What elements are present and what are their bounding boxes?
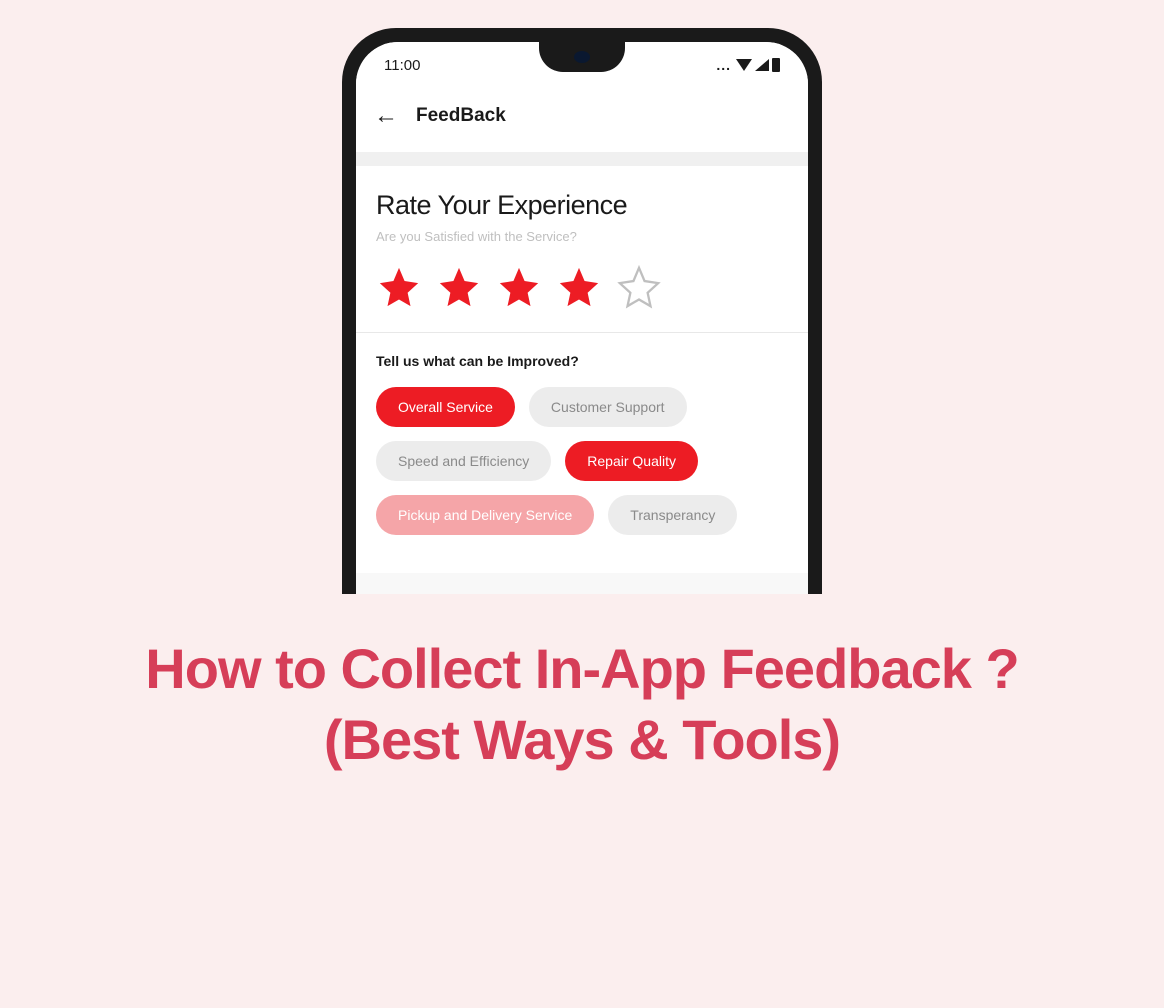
battery-icon xyxy=(772,58,780,72)
back-arrow-icon[interactable]: ← xyxy=(374,102,398,130)
pill-pickup-delivery[interactable]: Pickup and Delivery Service xyxy=(376,495,594,535)
star-icon[interactable] xyxy=(496,264,542,310)
phone-screen: 11:00 ... ← FeedBack Rate Your Experienc… xyxy=(356,42,808,594)
rate-section: Rate Your Experience Are you Satisfied w… xyxy=(356,166,808,332)
rating-stars xyxy=(376,264,788,310)
improve-title: Tell us what can be Improved? xyxy=(376,353,788,369)
star-icon[interactable] xyxy=(616,264,662,310)
phone-notch xyxy=(539,42,625,72)
star-icon[interactable] xyxy=(376,264,422,310)
star-icon[interactable] xyxy=(436,264,482,310)
more-icon: ... xyxy=(716,57,731,73)
star-icon[interactable] xyxy=(556,264,602,310)
pill-row: Pickup and Delivery Service Transperancy xyxy=(376,495,788,535)
pill-overall-service[interactable]: Overall Service xyxy=(376,387,515,427)
status-icons: ... xyxy=(716,57,780,73)
article-title: How to Collect In-App Feedback ?(Best Wa… xyxy=(132,634,1032,775)
app-header: ← FeedBack xyxy=(356,84,808,152)
pill-customer-support[interactable]: Customer Support xyxy=(529,387,687,427)
rate-title: Rate Your Experience xyxy=(376,190,788,221)
camera-icon xyxy=(574,51,590,63)
pill-row: Speed and Efficiency Repair Quality xyxy=(376,441,788,481)
pill-speed-efficiency[interactable]: Speed and Efficiency xyxy=(376,441,551,481)
section-divider xyxy=(356,152,808,166)
header-title: FeedBack xyxy=(416,105,506,127)
improve-section: Tell us what can be Improved? Overall Se… xyxy=(356,333,808,573)
phone-mockup: 11:00 ... ← FeedBack Rate Your Experienc… xyxy=(342,28,822,594)
pill-row: Overall Service Customer Support xyxy=(376,387,788,427)
signal-icon xyxy=(755,59,769,71)
pill-repair-quality[interactable]: Repair Quality xyxy=(565,441,698,481)
rate-subtitle: Are you Satisfied with the Service? xyxy=(376,229,788,244)
pill-transparency[interactable]: Transperancy xyxy=(608,495,737,535)
phone-frame: 11:00 ... ← FeedBack Rate Your Experienc… xyxy=(342,28,822,594)
status-time: 11:00 xyxy=(384,57,420,74)
wifi-icon xyxy=(736,59,752,71)
